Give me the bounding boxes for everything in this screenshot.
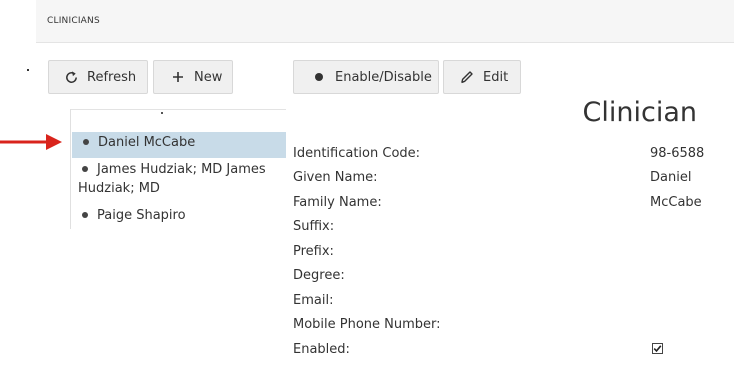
refresh-button[interactable]: Refresh: [48, 60, 148, 94]
tree-item-paige-shapiro[interactable]: Paige Shapiro: [82, 206, 186, 225]
new-button[interactable]: New: [153, 60, 233, 94]
enabled-checkbox[interactable]: [652, 343, 663, 354]
refresh-icon: [63, 69, 79, 85]
enabled-label: Enabled:: [293, 342, 350, 357]
edit-button[interactable]: Edit: [443, 60, 521, 94]
bullet-icon: [82, 211, 88, 218]
enable-disable-label: Enable/Disable: [335, 69, 432, 85]
stray-dot: [27, 69, 29, 71]
identification-code-value: 98-6588: [650, 146, 705, 161]
pencil-icon: [459, 69, 475, 85]
circle-icon: [311, 69, 327, 85]
detail-title: Clinician: [582, 97, 697, 128]
tree-item-label-line1: James Hudziak; MD James: [97, 162, 266, 177]
refresh-label: Refresh: [87, 69, 137, 85]
bullet-icon: [83, 138, 89, 145]
family-name-label: Family Name:: [293, 195, 382, 210]
bullet-icon: [82, 165, 88, 172]
given-name-value: Daniel: [650, 170, 692, 185]
family-name-value: McCabe: [650, 195, 702, 210]
page-title: CLINICIANS: [47, 16, 100, 26]
plus-icon: [170, 69, 186, 85]
suffix-label: Suffix:: [293, 219, 335, 234]
given-name-label: Given Name:: [293, 170, 378, 185]
tree-item-label: Daniel McCabe: [98, 135, 196, 150]
page-header: CLINICIANS: [36, 0, 734, 43]
enable-disable-button[interactable]: Enable/Disable: [293, 60, 439, 94]
checkmark-icon: [653, 345, 662, 353]
tree-item-label: Paige Shapiro: [97, 208, 186, 223]
tree-tick-mark: [161, 112, 163, 114]
tree-item-james-hudziak[interactable]: James Hudziak; MD James Hudziak; MD: [78, 160, 286, 198]
degree-label: Degree:: [293, 268, 345, 283]
tree-guide-line: [70, 109, 71, 229]
tree-item-label-line2: Hudziak; MD: [78, 181, 160, 196]
edit-label: Edit: [483, 69, 509, 85]
new-label: New: [194, 69, 223, 85]
annotation-arrow-icon: [0, 134, 62, 150]
identification-code-label: Identification Code:: [293, 146, 421, 161]
tree-item-daniel-mccabe[interactable]: Daniel McCabe: [72, 132, 286, 158]
prefix-label: Prefix:: [293, 244, 334, 259]
email-label: Email:: [293, 293, 334, 308]
mobile-phone-label: Mobile Phone Number:: [293, 317, 441, 332]
